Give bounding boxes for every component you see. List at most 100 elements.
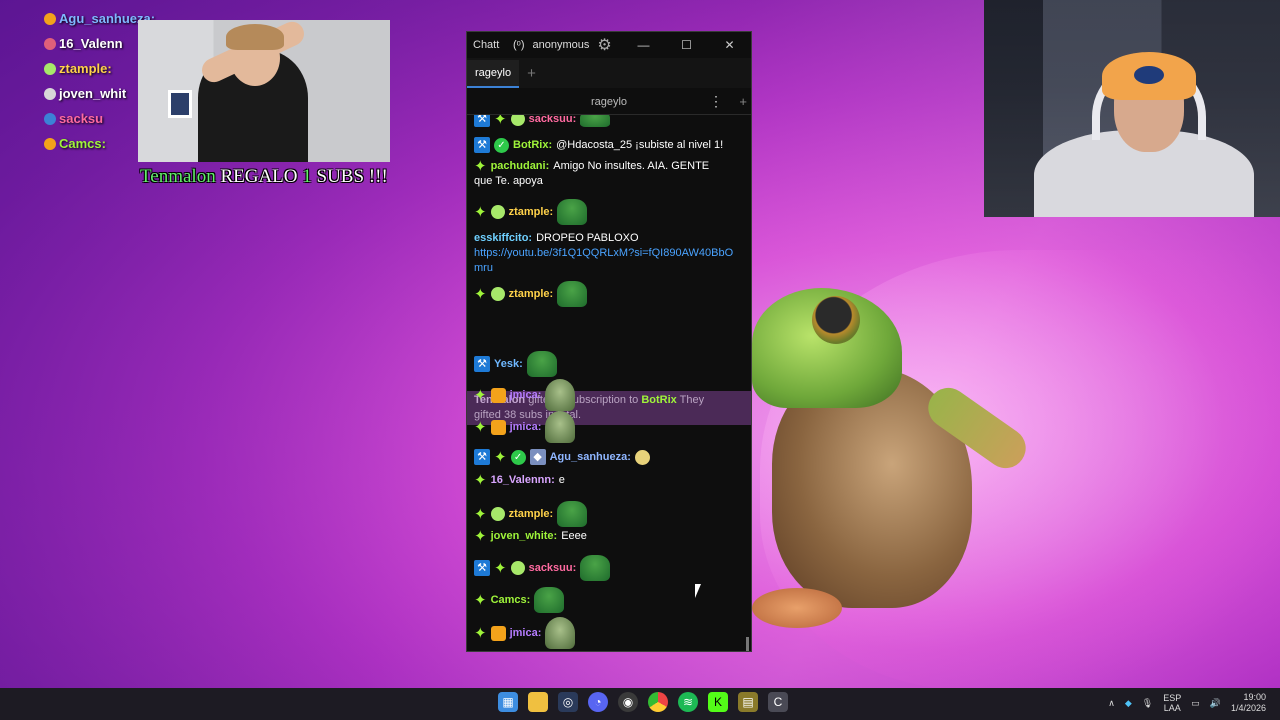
message-user[interactable]: pachudani: [491,159,550,174]
split-header[interactable]: rageylo ⋮ + [467,89,751,115]
clock[interactable]: 19:00 1/4/2026 [1231,692,1266,714]
tab-rageylo[interactable]: rageylo [467,60,520,88]
emote-icon [557,501,588,527]
sparkle-icon: ✦ [474,472,487,489]
message-text: Amigo No insultes. AIA. GENTE [553,160,710,172]
emote-icon [534,587,565,613]
chat-message: ⚒ ✦ sacksuu: [474,555,737,581]
chat-message: ⚒ ✓ BotRix: @Hdacosta_25 ¡subiste al nivel… [474,137,737,153]
message-user[interactable]: Yesk: [494,357,523,372]
wallpaper-frog [752,288,1052,648]
message-user[interactable]: jmica: [510,388,542,403]
verified-icon: ✓ [494,137,509,153]
window-title: Chatt [473,39,500,51]
overlay-chat-user: ztample: [59,61,112,76]
message-user[interactable]: ztample: [509,205,554,220]
volume-icon[interactable]: 🔊 [1210,698,1221,709]
chat-message: ✦ jmica: [474,379,737,411]
windows-start-icon[interactable]: ▦ [498,692,518,712]
kick-icon[interactable]: K [708,692,728,712]
close-button[interactable]: ✕ [708,38,751,52]
alien-icon [510,561,525,575]
language-indicator[interactable]: ESP LAA [1163,693,1181,713]
alien-icon [510,115,525,126]
webcam-feed [984,0,1280,217]
network-icon[interactable]: ▭ [1191,698,1200,709]
gear-icon[interactable]: ⚙ [597,35,611,55]
chrome-icon[interactable] [648,692,668,712]
chat-message: ✦ ztample: [474,281,737,307]
channel-name: rageylo [590,95,628,108]
message-text: e [558,474,565,486]
sparkle-icon: ✦ [474,158,487,175]
overlay-chat-user: Camcs: [59,136,106,151]
message-user[interactable]: ztample: [509,287,554,302]
chat-window: Chatt (ᵒ) anonymous ⚙ — ☐ ✕ rageylo + ra… [466,31,752,652]
moderator-icon: ⚒ [474,356,490,372]
minimize-button[interactable]: — [622,38,665,52]
message-user[interactable]: Camcs: [491,593,531,608]
emote-icon [634,449,650,465]
chevron-up-icon[interactable]: ∧ [1108,698,1115,709]
obs-icon[interactable]: ◉ [618,692,638,712]
message-user[interactable]: jmica: [510,420,542,435]
sparkle-icon: ✦ [474,386,487,404]
mouse-cursor [695,584,707,598]
title-bar[interactable]: Chatt (ᵒ) anonymous ⚙ — ☐ ✕ [467,32,751,58]
message-user[interactable]: esskiffcito: [474,231,532,246]
gift-alert-text: REGALO [220,166,298,187]
chat-message: ✦ ztample: [474,501,737,527]
maximize-button[interactable]: ☐ [665,38,708,52]
file-explorer-icon[interactable] [528,692,548,712]
badge-icon [44,62,56,75]
overlay-chat-user: 16_Valenn [59,36,123,51]
emote-icon [557,199,588,225]
gift-alert-banner: Tenmalon REGALO 1 SUBS !!! [140,166,388,188]
gift-alert-user: Tenmalon [140,166,216,187]
sparkle-icon: ✦ [474,505,487,523]
game-icon[interactable]: ▤ [738,692,758,712]
emote-icon [557,281,588,307]
gift-alert-video [138,20,390,162]
account-button[interactable]: anonymous [532,39,589,51]
message-user[interactable]: Agu_sanhueza: [550,450,631,465]
message-user[interactable]: sacksuu: [529,561,577,576]
add-split-button[interactable]: + [739,94,747,109]
subscriber-icon [490,419,506,435]
message-user[interactable]: jmica: [510,626,542,641]
clock-date: 1/4/2026 [1230,703,1266,713]
discord-icon[interactable]: ◔ [588,692,608,712]
add-tab-button[interactable]: + [527,65,536,82]
moderator-icon: ⚒ [474,449,490,465]
overlay-chat-user: joven_whit [59,86,127,101]
moderator-icon: ⚒ [474,137,490,153]
emote-icon [545,617,576,649]
gift-alert-text: SUBS !!! [316,166,388,187]
gift-alert-count: 1 [302,166,312,187]
message-user[interactable]: 16_Valennn: [491,473,555,488]
chat-message: ✦ 16_Valennn: e [474,473,737,488]
chat-message: ✦ jmica: [474,411,737,443]
message-user[interactable]: sacksuu: [529,115,577,127]
spotify-icon[interactable]: ≋ [678,692,698,712]
steam-icon[interactable]: ◎ [558,692,578,712]
microphone-icon[interactable]: 🎙 [1142,698,1153,709]
message-list[interactable]: ⚒ ✦ sacksuu: ⚒ ✓ BotRix: @Hdacosta_25 ¡subi… [467,115,751,651]
chat-message: esskiffcito: DROPEO PABLOXO https://youtu… [474,231,737,276]
badge-icon: ◆ [529,449,546,465]
message-text: Eeee [561,530,587,542]
scrollbar-thumb[interactable] [746,637,749,651]
security-icon[interactable]: ◆ [1125,698,1132,709]
chatterino-icon[interactable]: C [768,692,788,712]
chat-message: ✦ ztample: [474,199,737,225]
message-user[interactable]: BotRix: [513,138,552,153]
message-user[interactable]: ztample: [509,507,554,522]
sparkle-icon: ✦ [474,418,487,436]
message-user[interactable]: joven_white: [491,529,558,544]
badge-icon [44,112,56,125]
chat-message: ⚒ ✦ sacksuu: [474,115,737,127]
sparkle-icon: ✦ [494,559,507,577]
message-link[interactable]: https://youtu.be/3f1Q1QQRLxM?si=fQI890AW… [474,246,737,276]
split-menu-icon[interactable]: ⋮ [709,93,723,110]
live-status-icon[interactable]: (ᵒ) [513,39,524,51]
